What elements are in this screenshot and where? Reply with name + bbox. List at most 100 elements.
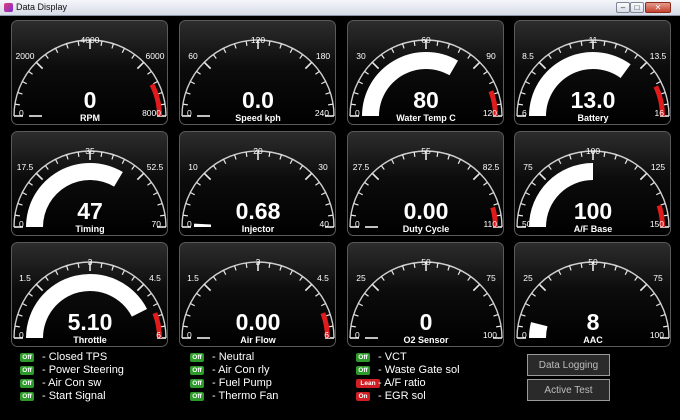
data-display-panel: 0 2000 4000 6000 8000 0 RPM 0 60 120 180 240 0.0 Spee… xyxy=(0,16,680,420)
minor-tick xyxy=(603,262,606,268)
minor-tick xyxy=(100,151,103,157)
gauge-value: 0 xyxy=(84,87,97,113)
gauge-af-base: 50 75 100 125 150 100 A/F Base xyxy=(514,131,671,236)
minor-tick xyxy=(100,262,103,268)
tick-label: 20 xyxy=(253,146,263,156)
tick-label: 0 xyxy=(355,330,360,340)
tick-label: 60 xyxy=(188,51,198,61)
gauge-label: Water Temp C xyxy=(396,113,456,123)
status-badge: Off xyxy=(20,366,34,375)
tick-label: 3 xyxy=(256,257,261,267)
gauge-value: 0.0 xyxy=(242,87,274,113)
active-test-button[interactable]: Active Test xyxy=(527,379,610,401)
tick-label: 0 xyxy=(19,219,24,229)
tick-label: 17.5 xyxy=(17,162,34,172)
minor-tick xyxy=(436,151,439,157)
status-badge: Off xyxy=(190,392,204,401)
minor-tick xyxy=(350,103,356,106)
minor-tick xyxy=(268,40,271,46)
minor-tick xyxy=(350,214,356,217)
title-bar: Data Display – □ ✕ xyxy=(0,0,680,16)
status-label: - Start Signal xyxy=(42,390,106,402)
gauge-rpm: 0 2000 4000 6000 8000 0 RPM xyxy=(11,20,168,125)
tick-label: 2000 xyxy=(16,51,35,61)
minor-tick xyxy=(182,103,188,106)
gauge-water-temp: 0 30 60 90 120 80 Water Temp C xyxy=(347,20,504,125)
status-label: - Fuel Pump xyxy=(212,377,272,389)
gauge-label: Duty Cycle xyxy=(403,224,450,234)
status-badge: Off xyxy=(20,392,34,401)
tick-label: 55 xyxy=(421,146,431,156)
gauge-injector: 0 10 20 30 40 0.68 Injector xyxy=(179,131,336,236)
minor-tick xyxy=(100,40,103,46)
tick-label: 1.5 xyxy=(187,273,199,283)
tick-label: 75 xyxy=(486,273,496,283)
gauge-label: Timing xyxy=(75,224,104,234)
status-label: - Waste Gate sol xyxy=(378,364,460,376)
tick-label: 4000 xyxy=(81,35,100,45)
gauge-label: Speed kph xyxy=(235,113,281,123)
tick-label: 13.5 xyxy=(650,51,667,61)
minor-tick xyxy=(413,151,416,157)
tick-label: 70 xyxy=(152,219,162,229)
tick-label: 0 xyxy=(19,330,24,340)
minor-tick xyxy=(14,325,20,328)
minor-tick xyxy=(580,40,583,46)
status-label: - EGR sol xyxy=(378,390,426,402)
tick-label: 125 xyxy=(651,162,665,172)
minor-tick xyxy=(580,262,583,268)
status-badge: Lean xyxy=(356,379,380,388)
gauge-label: A/F Base xyxy=(574,224,613,234)
minor-tick xyxy=(517,103,523,106)
tick-label: 50 xyxy=(588,257,598,267)
gauge-value: 0.00 xyxy=(236,309,281,335)
tick-label: 75 xyxy=(523,162,533,172)
tick-label: 6 xyxy=(324,330,329,340)
gauge-value: 0.00 xyxy=(404,198,449,224)
status-badge: Off xyxy=(190,353,204,362)
minor-tick xyxy=(14,103,20,106)
tick-label: 0 xyxy=(355,219,360,229)
tick-label: 0 xyxy=(187,330,192,340)
minor-tick xyxy=(436,262,439,268)
minimize-button[interactable]: – xyxy=(616,2,630,13)
tick-label: 0 xyxy=(355,108,360,118)
maximize-button[interactable]: □ xyxy=(630,2,644,13)
tick-label: 180 xyxy=(316,51,330,61)
tick-label: 240 xyxy=(315,108,329,118)
status-badge: Off xyxy=(356,366,370,375)
status-label: - Thermo Fan xyxy=(212,390,279,402)
status-badge: Off xyxy=(356,353,370,362)
tick-label: 8.5 xyxy=(522,51,534,61)
minor-tick xyxy=(603,40,606,46)
tick-label: 110 xyxy=(483,219,497,229)
gauge-label: Battery xyxy=(577,113,608,123)
gauge-aac: 0 25 50 75 100 8 AAC xyxy=(514,242,671,347)
data-logging-button[interactable]: Data Logging xyxy=(527,354,610,376)
gauge-o2-sensor: 0 25 50 75 100 0 O2 Sensor xyxy=(347,242,504,347)
tick-label: 4.5 xyxy=(149,273,161,283)
tick-label: 52.5 xyxy=(147,162,164,172)
gauge-air-flow: 0 1.5 3 4.5 6 0.00 Air Flow xyxy=(179,242,336,347)
tick-label: 0 xyxy=(19,108,24,118)
gauge-value: 0 xyxy=(420,309,433,335)
tick-label: 30 xyxy=(318,162,328,172)
gauge-grid: 0 2000 4000 6000 8000 0 RPM 0 60 120 180 240 0.0 Spee… xyxy=(0,16,680,352)
minor-tick xyxy=(328,103,334,106)
minor-tick xyxy=(245,262,248,268)
status-label: - Power Steering xyxy=(42,364,124,376)
tick-label: 50 xyxy=(522,219,532,229)
close-button[interactable]: ✕ xyxy=(645,2,671,13)
tick-label: 25 xyxy=(523,273,533,283)
tick-label: 50 xyxy=(421,257,431,267)
tick-label: 0 xyxy=(187,219,192,229)
gauge-value: 80 xyxy=(413,87,439,113)
gauge-value: 8 xyxy=(587,309,600,335)
minor-tick xyxy=(603,151,606,157)
tick-label: 0 xyxy=(187,108,192,118)
gauge-value: 100 xyxy=(574,198,612,224)
gauge-label: Injector xyxy=(242,224,275,234)
gauge-duty-cycle: 0 27.5 55 82.5 110 0.00 Duty Cycle xyxy=(347,131,504,236)
minor-tick xyxy=(160,214,166,217)
status-badge: On xyxy=(356,392,370,401)
